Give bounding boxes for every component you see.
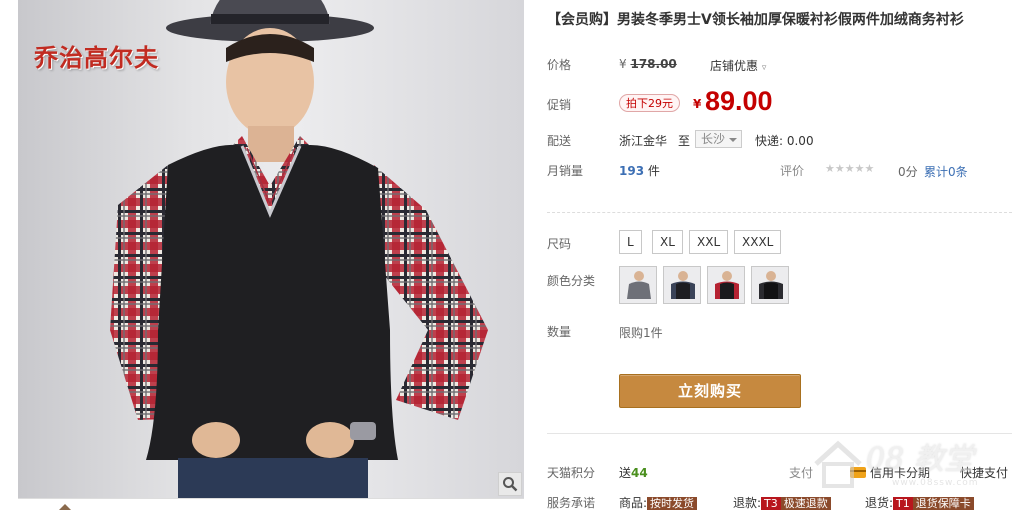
buy-now-button[interactable]: 立刻购买 [619, 374, 801, 408]
black-sweater-thumbnail [708, 267, 744, 303]
product-title: 【会员购】男装冬季男士V领长袖加厚保暖衬衫假两件加绒商务衬衫 [547, 12, 964, 28]
black-vest-dark-thumbnail [752, 267, 788, 303]
monthly-sales: 193 件 [619, 164, 660, 178]
destination-select[interactable]: 长沙 [695, 130, 743, 148]
price-label: 价格 [547, 58, 572, 72]
promo-currency: ¥ [693, 97, 702, 111]
credit-card-icon [850, 467, 866, 478]
zoom-button[interactable] [498, 472, 522, 496]
service-label: 服务承诺 [547, 496, 596, 510]
thumbnail-strip [18, 498, 524, 510]
product-info-panel: 【会员购】男装冬季男士V领长袖加厚保暖衬衫假两件加绒商务衬衫 价格 ¥ 178.… [547, 0, 1012, 510]
size-option-l[interactable]: L [619, 230, 642, 254]
size-option-xxl[interactable]: XXL [689, 230, 729, 254]
shipping-label: 配送 [547, 134, 572, 148]
original-price: ¥ 178.00 [619, 57, 677, 71]
shop-discount-link[interactable]: 店铺优惠 ▿ [710, 57, 766, 74]
quantity-label: 数量 [547, 325, 572, 339]
rating-score: 0分 [898, 165, 918, 179]
color-label: 颜色分类 [547, 274, 596, 288]
color-swatch-black-dark[interactable] [751, 266, 789, 304]
service-goods: 商品: 按时发货 [619, 494, 698, 510]
size-option-xxxl[interactable]: XXXL [734, 230, 782, 254]
promo-price: 89.00 [705, 86, 773, 116]
black-vest-thumbnail [664, 267, 700, 303]
thumbnail-pointer-icon [58, 504, 72, 510]
express-fee: 快递: 0.00 [755, 134, 814, 148]
payment-label: 支付 [789, 466, 814, 480]
section-divider-bottom [547, 433, 1012, 434]
ship-to-word: 至 [678, 134, 691, 148]
magnifier-icon [503, 477, 518, 492]
section-divider [547, 212, 1012, 213]
discount-badge: 拍下29元 [619, 94, 680, 112]
tmall-points-label: 天猫积分 [547, 466, 596, 480]
brand-logo: 乔治高尔夫 [34, 43, 159, 72]
service-return: 退货: T1 退货保障卡 [865, 494, 974, 510]
chevron-down-icon: ▿ [761, 63, 767, 73]
dropdown-caret-icon [729, 138, 738, 142]
review-label: 评价 [780, 164, 805, 178]
ship-from: 浙江金华 [619, 134, 668, 148]
quick-pay[interactable]: 快捷支付 [960, 464, 1008, 481]
color-swatch-grey[interactable] [619, 266, 657, 304]
promo-label: 促销 [547, 98, 572, 112]
size-label: 尺码 [547, 237, 572, 251]
color-swatch-black[interactable] [707, 266, 745, 304]
rating-stars-icon: ★★★★★ [825, 162, 875, 175]
service-refund: 退款: T3 极速退款 [733, 494, 831, 510]
tmall-points: 送44 [619, 466, 648, 480]
credit-installment[interactable]: 信用卡分期 [850, 464, 930, 481]
review-count-link[interactable]: 累计0条 [924, 163, 968, 180]
product-main-image[interactable]: 乔治高尔夫 [18, 0, 524, 498]
size-option-xl[interactable]: XL [652, 230, 683, 254]
purchase-limit: 限购1件 [619, 326, 663, 340]
color-swatch-black-vest[interactable] [663, 266, 701, 304]
product-photo [110, 0, 488, 498]
monthly-sales-label: 月销量 [547, 164, 584, 178]
grey-sweater-thumbnail [620, 267, 656, 303]
